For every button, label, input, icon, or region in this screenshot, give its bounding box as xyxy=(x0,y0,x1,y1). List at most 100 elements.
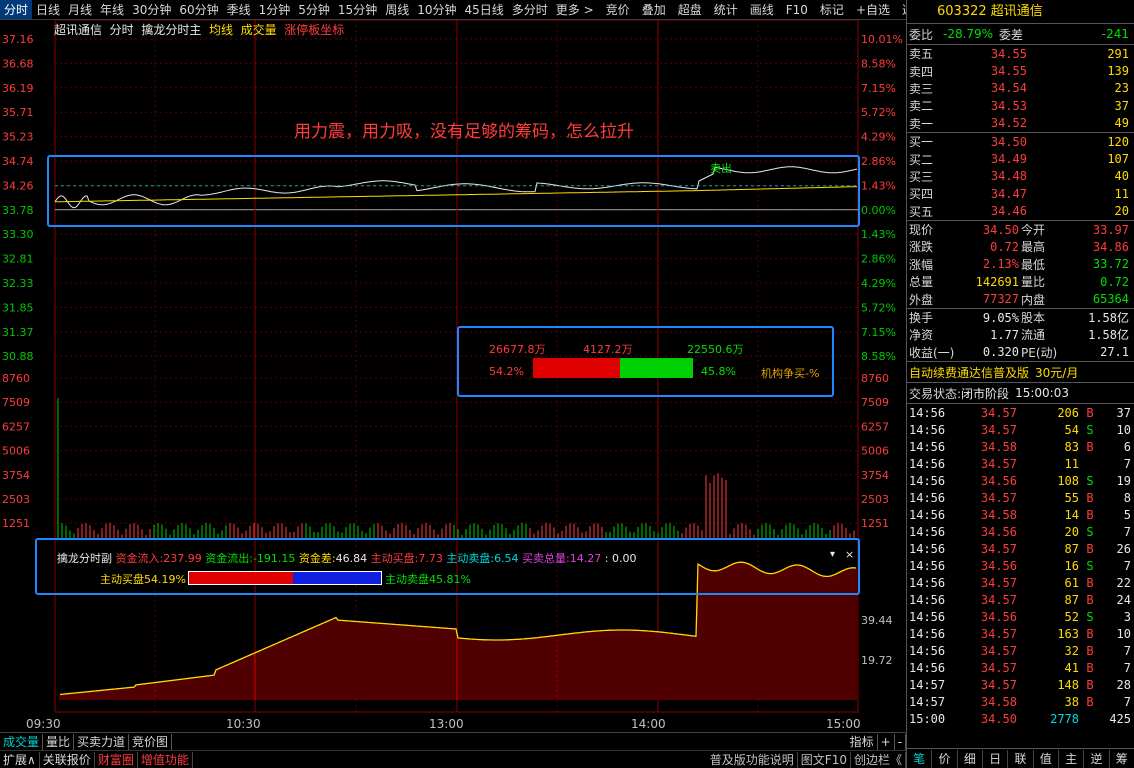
tick-price: 34.57 xyxy=(980,677,1017,692)
asks-price: 34.53 xyxy=(990,98,1027,113)
fin-label: PE(动) xyxy=(1021,345,1058,360)
fin-value: 1.58亿 xyxy=(1088,328,1129,343)
tick-price: 34.57 xyxy=(980,541,1017,556)
indicator-tab[interactable]: 竞价图 xyxy=(129,733,173,750)
side-tab[interactable]: 联 xyxy=(1008,749,1034,768)
time-tick: 10:30 xyxy=(226,717,261,731)
indicator-tool[interactable]: 指标 xyxy=(847,733,878,750)
price-tick: 33.78 xyxy=(2,204,34,217)
tick-direction: B xyxy=(1086,626,1094,641)
price-tick: 37.16 xyxy=(2,33,34,46)
status-link[interactable]: 关联报价 xyxy=(40,751,95,768)
side-tab[interactable]: 细 xyxy=(958,749,983,768)
tick-direction: B xyxy=(1086,507,1094,522)
close-icon[interactable]: × xyxy=(845,548,854,561)
period-tab[interactable]: 5分钟 xyxy=(294,0,334,19)
tick-direction: B xyxy=(1086,660,1094,675)
indicator-tab[interactable]: 量比 xyxy=(43,733,75,750)
tool-button[interactable]: 返回 xyxy=(898,0,906,19)
info-mode: 分时 xyxy=(109,23,134,37)
period-tab[interactable]: 多分时 xyxy=(508,0,552,19)
tick-time: 15:00 xyxy=(909,711,946,726)
price-tick: 32.81 xyxy=(2,253,34,266)
tick-time: 14:56 xyxy=(909,439,946,454)
status-link[interactable]: 扩展∧ xyxy=(0,751,40,768)
indicator-tool[interactable]: - xyxy=(895,733,906,750)
tool-button[interactable]: 画线 xyxy=(746,0,778,19)
tool-button[interactable]: F10 xyxy=(782,0,812,19)
tool-button[interactable]: 统计 xyxy=(710,0,742,19)
indicator-tool[interactable]: + xyxy=(878,733,895,750)
bids-row: 买一 34.50 120 xyxy=(907,133,1134,150)
period-tab[interactable]: 月线 xyxy=(64,0,96,19)
side-tab[interactable]: 笔 xyxy=(907,749,933,768)
quote-value: 33.72 xyxy=(1092,257,1129,272)
tick-count: 26 xyxy=(1116,541,1131,556)
indicator-tab[interactable]: 买卖力道 xyxy=(74,733,130,750)
period-tab[interactable]: 45日线 xyxy=(461,0,508,19)
side-tab[interactable]: 主 xyxy=(1059,749,1085,768)
tick-row: 14:56 34.56 108 S 19 xyxy=(907,472,1134,489)
volume-tick-right: 6257 xyxy=(861,420,889,433)
period-tab[interactable]: 更多 > xyxy=(552,0,598,19)
tick-volume: 83 xyxy=(1064,439,1079,454)
period-tab[interactable]: 周线 xyxy=(381,0,413,19)
side-tab[interactable]: 逆 xyxy=(1084,749,1110,768)
tick-direction: S xyxy=(1086,473,1094,488)
tick-time: 14:56 xyxy=(909,405,946,420)
status-link-right[interactable]: 普及版功能说明 xyxy=(707,751,798,768)
fund-in-value: 237.99 xyxy=(163,552,202,565)
flow-pct-buy: 54.2% xyxy=(489,365,524,378)
asks-label: 卖二 xyxy=(909,99,934,114)
period-tab[interactable]: 10分钟 xyxy=(413,0,460,19)
tool-button[interactable]: 竞价 xyxy=(602,0,634,19)
tool-button[interactable]: 叠加 xyxy=(638,0,670,19)
fin-row: 换手 9.05% 股本 1.58亿 xyxy=(907,309,1134,326)
bids-volume: 40 xyxy=(1114,169,1129,184)
period-tab[interactable]: 日线 xyxy=(32,0,64,19)
flow-value-3: 22550.6万 xyxy=(687,343,744,356)
tick-row: 14:56 34.58 14 B 5 xyxy=(907,506,1134,523)
price-tick: 32.33 xyxy=(2,277,34,290)
side-tab[interactable]: 值 xyxy=(1034,749,1059,768)
tool-button[interactable]: +自选 xyxy=(852,0,894,19)
period-tab[interactable]: 季线 xyxy=(223,0,255,19)
total-label: 买卖总量: xyxy=(522,552,570,565)
tick-row: 14:56 34.57 41 B 7 xyxy=(907,659,1134,676)
period-tab[interactable]: 60分钟 xyxy=(175,0,222,19)
pct-tick: 2.86% xyxy=(861,253,896,266)
side-tab[interactable]: 价 xyxy=(932,749,958,768)
tick-volume: 87 xyxy=(1064,541,1079,556)
status-link-right[interactable]: 创边栏《 xyxy=(851,751,906,768)
promo-row[interactable]: 自动续费通达信普及版 30元/月 xyxy=(907,362,1134,383)
asks-volume: 49 xyxy=(1114,116,1129,131)
chevron-down-icon[interactable]: ▾ xyxy=(830,549,835,560)
period-tab[interactable]: 15分钟 xyxy=(334,0,381,19)
quote-value: 0.72 xyxy=(1100,274,1129,289)
period-tab[interactable]: 年线 xyxy=(96,0,128,19)
indicator-tab[interactable]: 成交量 xyxy=(0,733,44,750)
asks-label: 卖五 xyxy=(909,47,934,62)
period-tab[interactable]: 分时 xyxy=(0,0,33,19)
tool-button[interactable]: 超盘 xyxy=(674,0,706,19)
tick-time: 14:56 xyxy=(909,626,946,641)
quote-row: 涨跌 0.72 最高 34.86 xyxy=(907,238,1134,255)
active-sell-value: 6.54 xyxy=(494,552,519,565)
tick-price: 34.56 xyxy=(980,524,1017,539)
side-tab[interactable]: 日 xyxy=(983,749,1009,768)
period-tab[interactable]: 30分钟 xyxy=(128,0,175,19)
bids-row: 买二 34.49 107 xyxy=(907,150,1134,167)
quote-label: 量比 xyxy=(1021,275,1046,290)
tick-time: 14:56 xyxy=(909,660,946,675)
status-link[interactable]: 增值功能 xyxy=(138,751,193,768)
quote-value: 142691 xyxy=(975,274,1019,289)
bids-label: 买一 xyxy=(909,135,934,150)
side-tab[interactable]: 筹 xyxy=(1110,749,1134,768)
status-link-right[interactable]: 图文F10 xyxy=(798,751,851,768)
tool-button[interactable]: 标记 xyxy=(816,0,848,19)
period-tab[interactable]: 1分钟 xyxy=(255,0,295,19)
quote-row: 总量 142691 量比 0.72 xyxy=(907,273,1134,290)
price-tick: 30.88 xyxy=(2,350,34,363)
status-link[interactable]: 财富圈 xyxy=(95,751,138,768)
tick-volume: 61 xyxy=(1064,575,1079,590)
